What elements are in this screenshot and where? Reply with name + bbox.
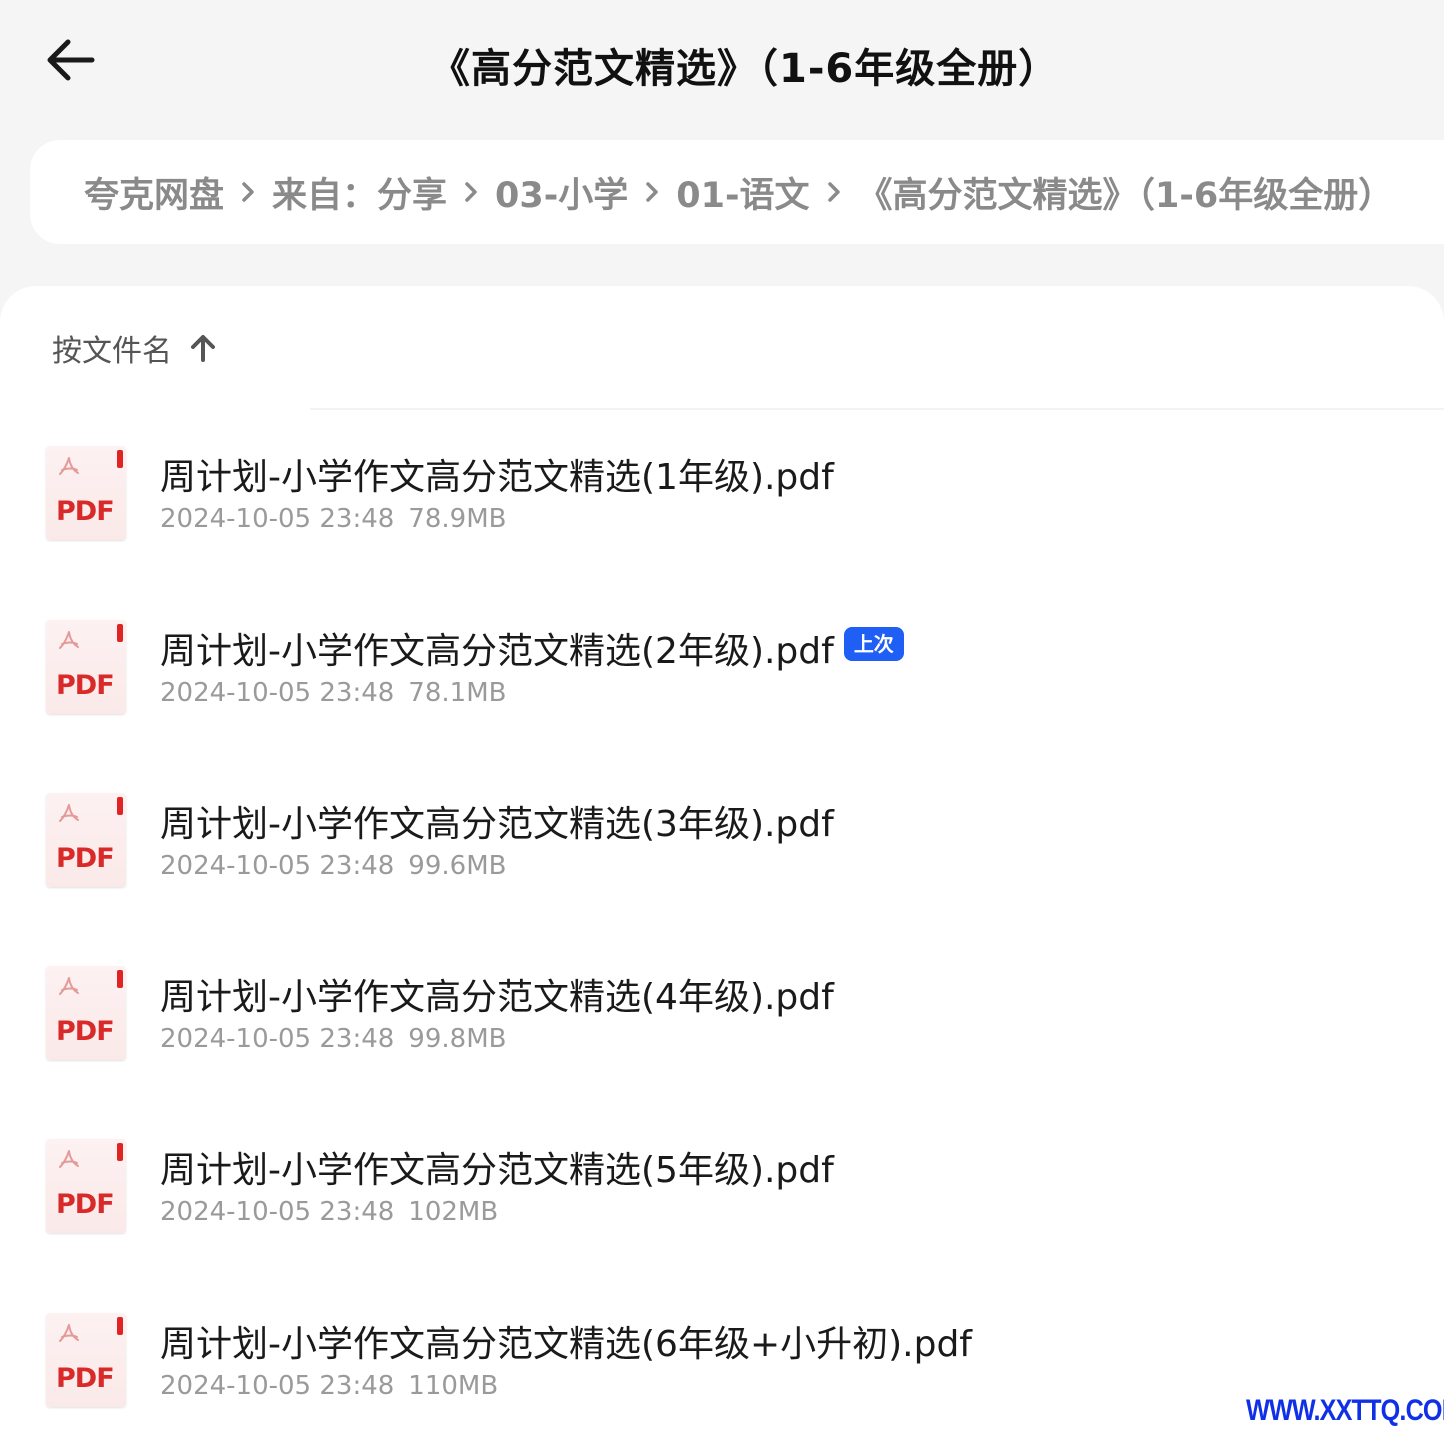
file-meta: 2024-10-05 23:48 102MB (160, 1197, 498, 1227)
pdf-file-icon: PDF (46, 793, 126, 887)
file-size: 99.6MB (408, 851, 507, 881)
file-meta: 2024-10-05 23:48 78.1MB (160, 678, 506, 708)
file-name: 周计划-小学作文高分范文精选(2年级).pdf 上次 (160, 622, 904, 674)
file-size: 102MB (408, 1197, 499, 1227)
file-date: 2024-10-05 23:48 (160, 1197, 395, 1227)
breadcrumb: 夸克网盘 来自：分享 03-小学 01-语文 《高分范文精选》（1-6年级全册） (30, 140, 1444, 244)
arrow-left-icon (47, 39, 95, 81)
chevron-right-icon (228, 180, 268, 204)
breadcrumb-item-quark-drive[interactable]: 夸克网盘 (84, 167, 224, 218)
file-name: 周计划-小学作文高分范文精选(6年级+小升初).pdf (160, 1324, 972, 1365)
chevron-right-icon (814, 180, 854, 204)
file-date: 2024-10-05 23:48 (160, 851, 395, 881)
file-size: 78.9MB (408, 504, 507, 534)
file-name: 周计划-小学作文高分范文精选(5年级).pdf (160, 1150, 834, 1191)
file-name: 周计划-小学作文高分范文精选(3年级).pdf (160, 804, 834, 845)
pdf-file-icon: PDF (46, 446, 126, 540)
pdf-file-icon: PDF (46, 1313, 126, 1407)
chevron-right-icon (632, 180, 672, 204)
file-name: 周计划-小学作文高分范文精选(1年级).pdf (160, 457, 834, 498)
sort-toggle[interactable]: 按文件名 (52, 326, 216, 370)
file-date: 2024-10-05 23:48 (160, 1024, 395, 1054)
chevron-right-icon (451, 180, 491, 204)
file-meta: 2024-10-05 23:48 99.6MB (160, 851, 506, 881)
file-list-panel: 按文件名 PDF 周计划-小学作文高分范文精选(1年级).pdf 2024-10… (0, 286, 1444, 1432)
last-opened-badge: 上次 (843, 627, 904, 661)
file-name: 周计划-小学作文高分范文精选(4年级).pdf (160, 977, 834, 1018)
file-row[interactable]: PDF 周计划-小学作文高分范文精选(6年级+小升初).pdf 2024-10-… (0, 1313, 1444, 1423)
watermark: WWW.XXTTQ.COM (1246, 1394, 1444, 1427)
breadcrumb-item-current-folder[interactable]: 《高分范文精选》（1-6年级全册） (858, 167, 1394, 218)
file-meta: 2024-10-05 23:48 99.8MB (160, 1024, 506, 1054)
file-meta: 2024-10-05 23:48 110MB (160, 1371, 498, 1401)
header-bar: 《高分范文精选》（1-6年级全册） (0, 0, 1444, 130)
file-size: 78.1MB (408, 678, 507, 708)
file-row[interactable]: PDF 周计划-小学作文高分范文精选(5年级).pdf 2024-10-05 2… (0, 1139, 1444, 1249)
page-title: 《高分范文精选》（1-6年级全册） (430, 46, 1060, 92)
arrow-up-icon (190, 333, 216, 363)
breadcrumb-item-shared[interactable]: 来自：分享 (272, 167, 447, 218)
sort-label: 按文件名 (52, 334, 172, 369)
breadcrumb-item-primary[interactable]: 03-小学 (495, 167, 628, 218)
pdf-file-icon: PDF (46, 620, 126, 714)
file-date: 2024-10-05 23:48 (160, 678, 395, 708)
file-row[interactable]: PDF 周计划-小学作文高分范文精选(4年级).pdf 2024-10-05 2… (0, 966, 1444, 1076)
file-date: 2024-10-05 23:48 (160, 1371, 395, 1401)
divider (310, 408, 1444, 410)
pdf-file-icon: PDF (46, 966, 126, 1060)
file-row[interactable]: PDF 周计划-小学作文高分范文精选(1年级).pdf 2024-10-05 2… (0, 446, 1444, 556)
back-button[interactable] (38, 28, 102, 92)
pdf-file-icon: PDF (46, 1139, 126, 1233)
file-size: 99.8MB (408, 1024, 507, 1054)
file-size: 110MB (408, 1371, 499, 1401)
file-date: 2024-10-05 23:48 (160, 504, 395, 534)
breadcrumb-item-chinese[interactable]: 01-语文 (676, 167, 809, 218)
file-meta: 2024-10-05 23:48 78.9MB (160, 504, 506, 534)
file-row[interactable]: PDF 周计划-小学作文高分范文精选(2年级).pdf 上次 2024-10-05… (0, 620, 1444, 730)
file-row[interactable]: PDF 周计划-小学作文高分范文精选(3年级).pdf 2024-10-05 2… (0, 793, 1444, 903)
